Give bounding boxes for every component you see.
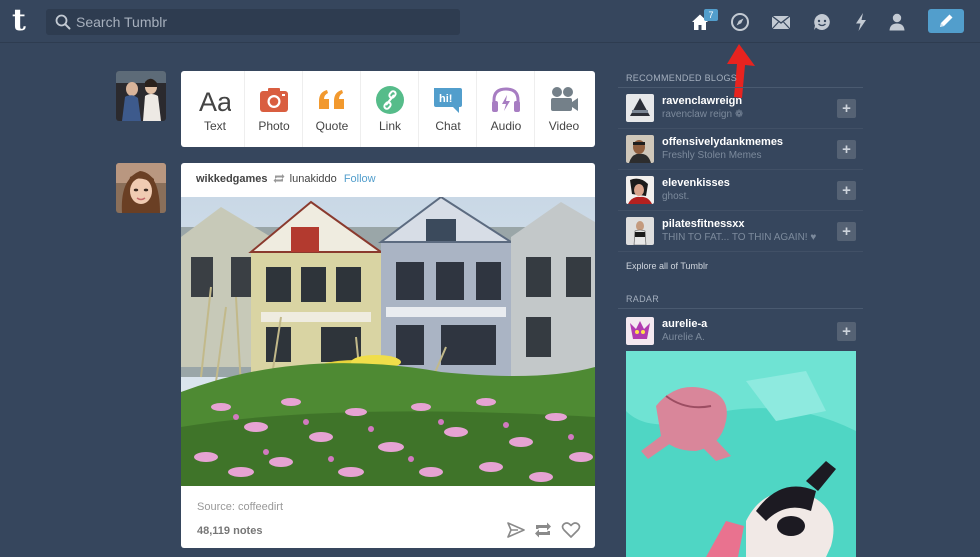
account-icon[interactable]: [886, 11, 908, 33]
explore-all-link[interactable]: Explore all of Tumblr: [626, 261, 708, 271]
blog-description: Aurelie A.: [662, 332, 705, 343]
blog-avatar[interactable]: [626, 176, 654, 204]
blog-description: Freshly Stolen Memes: [662, 150, 762, 161]
post-type-chat[interactable]: hi! Chat: [418, 71, 476, 147]
tumblr-logo[interactable]: t: [12, 6, 34, 36]
like-icon[interactable]: [561, 521, 581, 539]
share-icon[interactable]: [506, 521, 526, 539]
quote-icon: [316, 85, 348, 115]
post-type-link[interactable]: Link: [360, 71, 418, 147]
radar-heading: RADAR: [626, 294, 660, 304]
divider: [618, 308, 863, 309]
user-avatar[interactable]: [116, 71, 166, 121]
explore-icon[interactable]: [729, 11, 751, 33]
radar-blog[interactable]: aurelie-a Aurelie A. +: [618, 311, 863, 352]
link-icon: [374, 85, 406, 115]
follow-button[interactable]: +: [837, 181, 856, 200]
post-author-avatar[interactable]: [116, 163, 166, 213]
reblog-icon[interactable]: [533, 521, 553, 539]
search-box[interactable]: [46, 9, 460, 35]
blog-name[interactable]: aurelie-a: [662, 318, 707, 330]
blog-name[interactable]: offensivelydankmemes: [662, 136, 783, 148]
follow-button[interactable]: +: [837, 322, 856, 341]
video-camera-icon: [548, 85, 580, 115]
svg-text:hi!: hi!: [439, 93, 452, 105]
inbox-icon[interactable]: [770, 11, 792, 33]
blog-avatar[interactable]: [626, 217, 654, 245]
blog-name[interactable]: ravenclawreign: [662, 95, 742, 107]
compose-icon: [940, 14, 953, 27]
blog-avatar[interactable]: [626, 94, 654, 122]
post-source[interactable]: Source: coffeedirt: [197, 501, 283, 513]
recommended-blog[interactable]: offensivelydankmemes Freshly Stolen Meme…: [618, 129, 863, 170]
recommended-blog[interactable]: pilatesfitnessxx THIN TO FAT... TO THIN …: [618, 211, 863, 252]
post-author-link[interactable]: wikkedgames: [196, 173, 268, 185]
chat-icon: hi!: [432, 85, 464, 115]
radar-post-image[interactable]: [626, 351, 856, 557]
recommended-blog[interactable]: ravenclawreign ravenclaw reign ❁ +: [618, 88, 863, 129]
follow-link[interactable]: Follow: [344, 173, 376, 185]
post-type-photo[interactable]: Photo: [244, 71, 302, 147]
post-notes-count[interactable]: 48,119 notes: [197, 525, 262, 537]
compose-button[interactable]: [928, 9, 964, 33]
camera-icon: [258, 85, 290, 115]
post-type-audio[interactable]: Audio: [476, 71, 534, 147]
blog-avatar[interactable]: [626, 317, 654, 345]
post-type-video[interactable]: Video: [534, 71, 592, 147]
reblog-indicator-icon: [273, 173, 285, 184]
follow-button[interactable]: +: [837, 99, 856, 118]
blog-avatar[interactable]: [626, 135, 654, 163]
top-nav-bar: t 7: [0, 0, 980, 43]
activity-icon[interactable]: [850, 11, 872, 33]
blog-description: ravenclaw reign ❁: [662, 109, 744, 120]
blog-description: THIN TO FAT... TO THIN AGAIN! ♥: [662, 232, 817, 243]
svg-text:Aa: Aa: [199, 87, 231, 115]
follow-button[interactable]: +: [837, 140, 856, 159]
reblogged-from-link[interactable]: lunakiddo: [290, 173, 337, 185]
post-type-bar: Aa Text Photo Quote Link hi! Chat Audio …: [181, 71, 595, 147]
post-type-text[interactable]: Aa Text: [186, 71, 244, 147]
post-header: wikkedgames lunakiddo Follow: [196, 173, 376, 187]
post-card: wikkedgames lunakiddo Follow Source: cof…: [181, 163, 595, 548]
post-type-quote[interactable]: Quote: [302, 71, 360, 147]
post-photo[interactable]: [181, 197, 595, 486]
home-notification-badge: 7: [704, 9, 718, 21]
blog-name[interactable]: elevenkisses: [662, 177, 730, 189]
recommended-blog[interactable]: elevenkisses ghost. +: [618, 170, 863, 211]
blog-name[interactable]: pilatesfitnessxx: [662, 218, 745, 230]
search-icon: [55, 14, 71, 30]
recommended-blogs-heading: RECOMMENDED BLOGS: [626, 73, 738, 83]
messaging-icon[interactable]: [811, 11, 833, 33]
search-input[interactable]: [76, 9, 456, 35]
headphones-icon: [490, 85, 522, 115]
blog-description: ghost.: [662, 191, 690, 202]
text-icon: Aa: [199, 85, 231, 115]
follow-button[interactable]: +: [837, 222, 856, 241]
